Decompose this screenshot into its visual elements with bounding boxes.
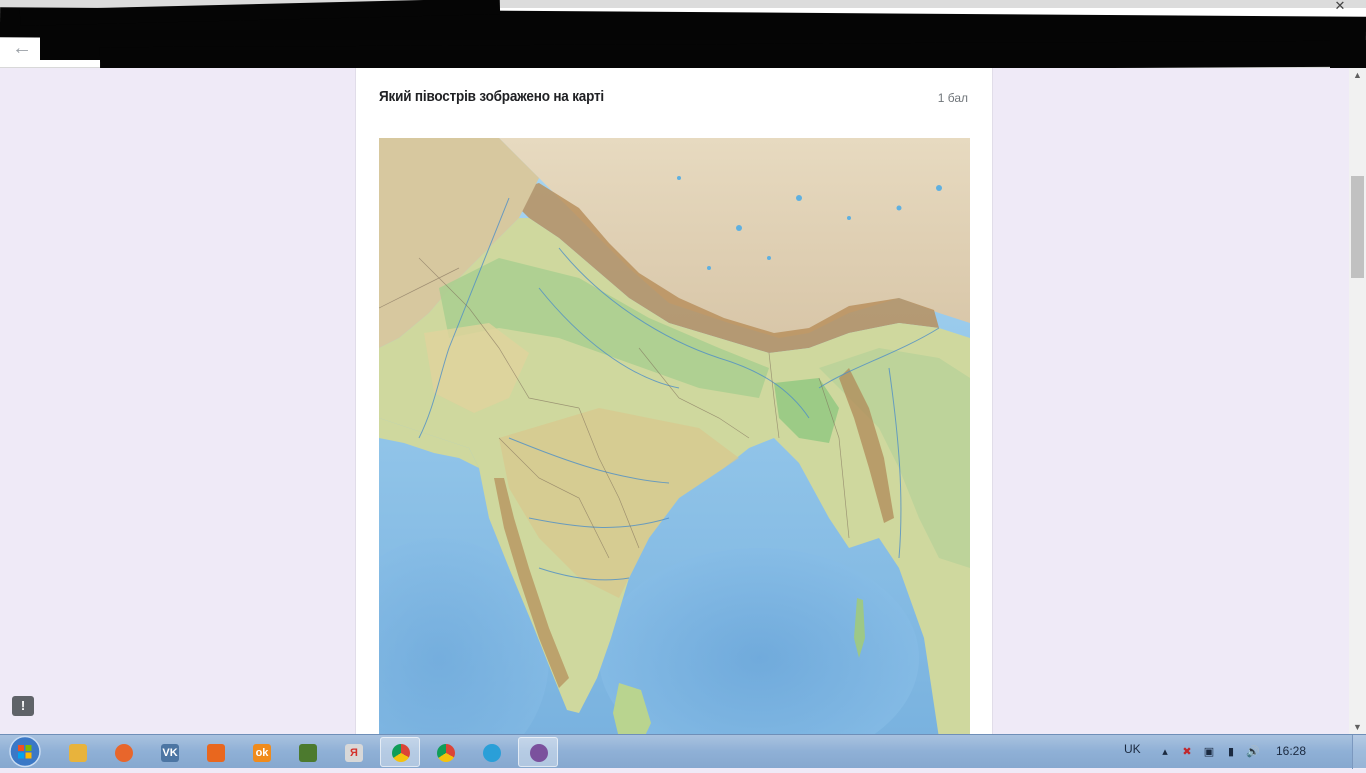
windows-logo-icon [9, 735, 41, 768]
explorer-icon [69, 744, 87, 762]
page-scrollbar[interactable]: ▲ ▼ [1349, 68, 1366, 734]
taskbar-app-viber[interactable] [518, 737, 558, 767]
windows-taskbar: VK ok Я UK ▴ ✖ ▣ ▮ 🔊 16:28 [0, 734, 1366, 769]
language-indicator[interactable]: UK [1124, 742, 1141, 756]
scrollbar-thumb[interactable] [1351, 176, 1364, 278]
odnoklassniki-icon: ok [253, 744, 271, 762]
scroll-down-arrow-icon[interactable]: ▼ [1349, 720, 1366, 734]
question-map-image [379, 138, 970, 734]
start-button[interactable] [6, 735, 44, 768]
network-warning-icon[interactable]: ✖ [1180, 745, 1194, 759]
minecraft-icon [299, 744, 317, 762]
taskbar-app-firefox[interactable] [104, 739, 144, 765]
clock[interactable]: 16:28 [1276, 744, 1306, 758]
taskbar-app-yandex[interactable]: Я [334, 739, 374, 765]
question-title: Який півострів зображено на карті [379, 88, 605, 105]
taskbar-app-odnoklassniki[interactable]: ok [242, 739, 282, 765]
redaction-mark [1330, 40, 1366, 68]
viber-icon [530, 744, 548, 762]
store-icon [207, 744, 225, 762]
scroll-up-arrow-icon[interactable]: ▲ [1349, 68, 1366, 82]
relief-map [379, 138, 970, 734]
chrome-icon [437, 744, 455, 762]
taskbar-app-chrome-active[interactable] [380, 737, 420, 767]
tray-expand-icon[interactable]: ▴ [1158, 745, 1172, 759]
taskbar-app-explorer[interactable] [58, 739, 98, 765]
browser-chrome: ← ✕ [0, 0, 1366, 68]
taskbar-app-vk[interactable]: VK [150, 739, 190, 765]
volume-icon[interactable]: 🔊 [1246, 745, 1260, 759]
taskbar-app-chrome[interactable] [426, 739, 466, 765]
telegram-icon [483, 744, 501, 762]
vk-icon: VK [161, 744, 179, 762]
system-tray: UK ▴ ✖ ▣ ▮ 🔊 16:28 [1106, 735, 1366, 769]
device-icon[interactable]: ▣ [1202, 745, 1216, 759]
close-icon[interactable]: ✕ [1332, 0, 1348, 14]
chrome-active-icon [392, 744, 410, 762]
report-feedback-button[interactable]: ! [12, 696, 34, 716]
taskbar-app-store[interactable] [196, 739, 236, 765]
back-arrow-icon[interactable]: ← [10, 36, 34, 60]
firefox-icon [115, 744, 133, 762]
taskbar-app-telegram[interactable] [472, 739, 512, 765]
yandex-icon: Я [345, 744, 363, 762]
signal-icon[interactable]: ▮ [1224, 745, 1238, 759]
page-content: Який півострів зображено на карті 1 бал [0, 68, 1349, 734]
taskbar-app-minecraft[interactable] [288, 739, 328, 765]
show-desktop-button[interactable] [1352, 735, 1366, 769]
question-points: 1 бал [937, 91, 968, 105]
question-card: Який півострів зображено на карті 1 бал [355, 68, 993, 734]
